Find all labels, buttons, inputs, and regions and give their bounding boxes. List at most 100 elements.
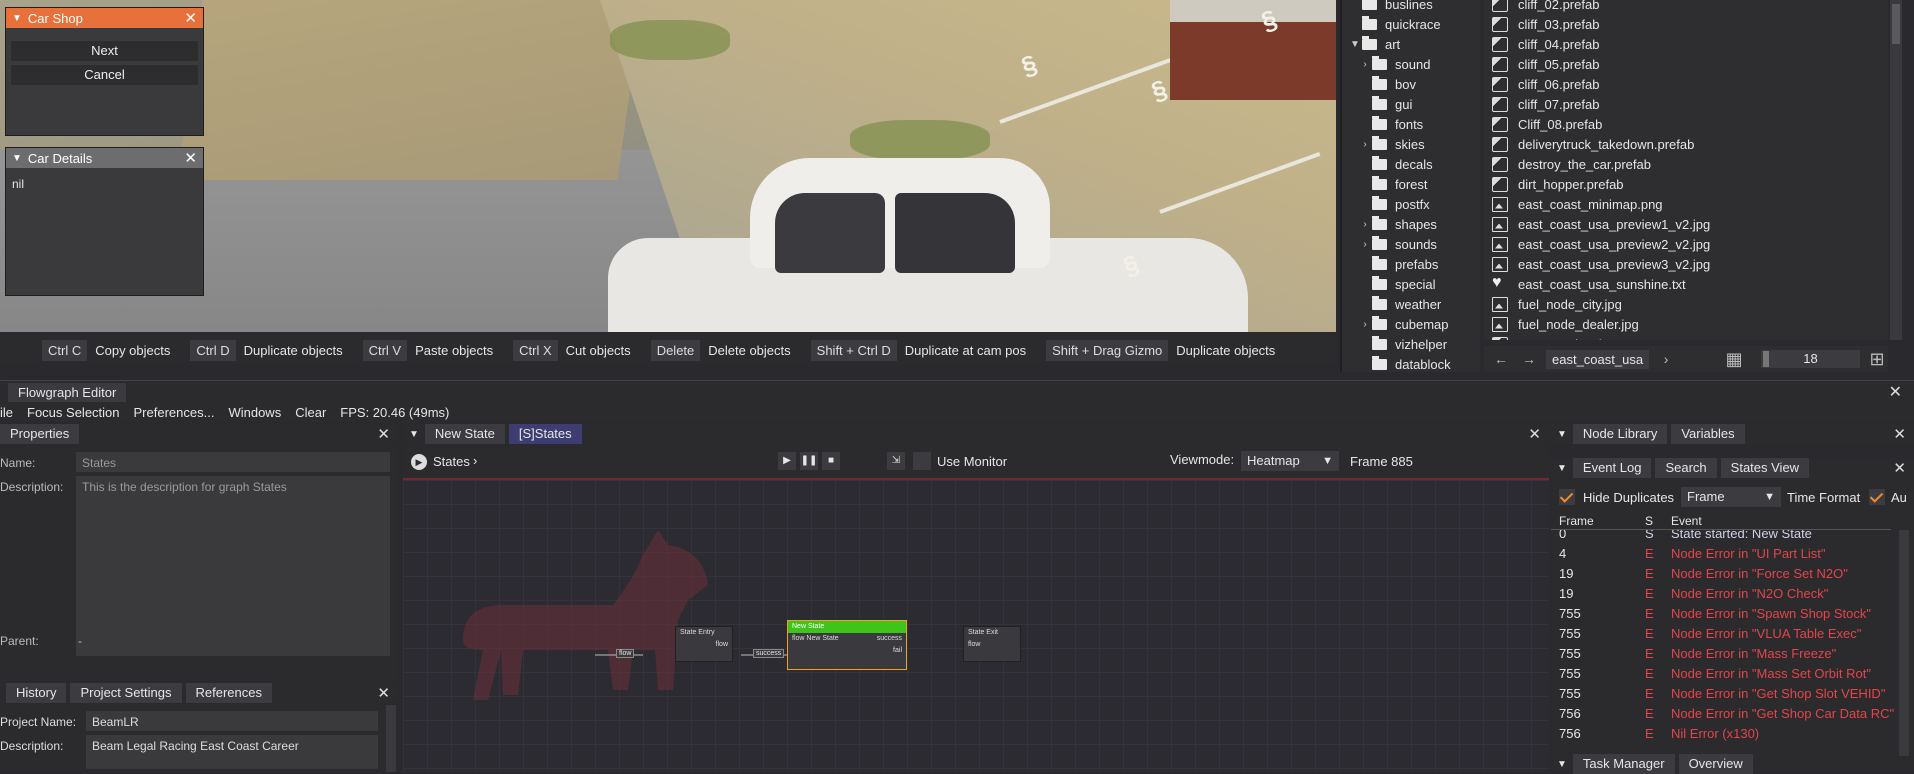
file-item[interactable]: cliff_05.prefab: [1484, 54, 1888, 74]
tab-task-manager[interactable]: Task Manager: [1572, 754, 1675, 774]
event-row[interactable]: 755 E Node Error in "Get Shop Slot VEHID…: [1551, 684, 1897, 704]
event-row[interactable]: 19 E Node Error in "N2O Check": [1551, 584, 1897, 604]
use-monitor-checkbox[interactable]: [913, 452, 931, 470]
close-icon[interactable]: ✕: [1893, 459, 1906, 477]
folder-item[interactable]: › shapes: [1342, 214, 1480, 234]
auto-checkbox[interactable]: [1869, 488, 1885, 505]
panel-scrollbar[interactable]: [386, 705, 396, 772]
menu-icon[interactable]: ▼: [1557, 759, 1567, 770]
file-item[interactable]: Cliff_08.prefab: [1484, 114, 1888, 134]
port-success[interactable]: success: [877, 633, 902, 645]
file-item[interactable]: cliff_04.prefab: [1484, 34, 1888, 54]
event-row[interactable]: 0 S State started: New State: [1551, 530, 1897, 544]
tab-states[interactable]: [S]States: [508, 424, 582, 444]
folder-item[interactable]: decals: [1342, 154, 1480, 174]
file-item[interactable]: east_coast_usa_preview1_v2.jpg: [1484, 214, 1888, 234]
file-item[interactable]: cliff_06.prefab: [1484, 74, 1888, 94]
folder-item[interactable]: special: [1342, 274, 1480, 294]
file-item[interactable]: cliff_03.prefab: [1484, 14, 1888, 34]
folder-item[interactable]: bov: [1342, 74, 1480, 94]
forward-arrow-icon[interactable]: →: [1518, 349, 1540, 369]
menu-preferences[interactable]: Preferences...: [134, 405, 215, 420]
tab-overview[interactable]: Overview: [1678, 754, 1753, 774]
file-item[interactable]: deliverytruck_takedown.prefab: [1484, 134, 1888, 154]
car-shop-titlebar[interactable]: ▼ Car Shop ✕: [6, 8, 203, 28]
folder-item[interactable]: ▼ art: [1342, 34, 1480, 54]
collapse-triangle-icon[interactable]: ▼: [12, 153, 22, 164]
grid-small-icon[interactable]: ▦: [1723, 349, 1745, 369]
folder-item[interactable]: › cubemap: [1342, 314, 1480, 334]
car-details-titlebar[interactable]: ▼ Car Details ✕: [6, 148, 203, 168]
chevron-icon[interactable]: ›: [1358, 219, 1372, 230]
menu-icon[interactable]: ▼: [409, 429, 419, 440]
close-icon[interactable]: ✕: [377, 425, 390, 443]
tab-new-state[interactable]: New State: [424, 424, 505, 444]
event-row[interactable]: 755 E Node Error in "Spawn Shop Stock": [1551, 604, 1897, 624]
folder-item[interactable]: › sounds: [1342, 234, 1480, 254]
event-list-scrollbar[interactable]: [1899, 530, 1909, 764]
file-item[interactable]: fuel_node_dealer.jpg: [1484, 314, 1888, 334]
menu-icon[interactable]: ▼: [1557, 463, 1567, 474]
port-flow[interactable]: flow: [716, 639, 728, 651]
play-icon[interactable]: ▶: [778, 452, 796, 470]
tab-properties[interactable]: Properties: [0, 424, 80, 444]
port-fail[interactable]: fail: [893, 645, 902, 657]
close-icon[interactable]: ✕: [1528, 425, 1541, 443]
grid-large-icon[interactable]: ⊞: [1866, 349, 1888, 369]
node-state-entry[interactable]: State Entry flow: [675, 626, 733, 662]
file-item[interactable]: destroy_the_car.prefab: [1484, 154, 1888, 174]
graph-breadcrumb[interactable]: States: [433, 454, 470, 469]
chevron-icon[interactable]: ›: [1358, 139, 1372, 150]
event-row[interactable]: 19 E Node Error in "Force Set N2O": [1551, 564, 1897, 584]
chevron-icon[interactable]: ›: [1358, 319, 1372, 330]
tab-node-library[interactable]: Node Library: [1572, 424, 1668, 444]
file-item[interactable]: east_coast_usa_preview2_v2.jpg: [1484, 234, 1888, 254]
event-row[interactable]: 4 E Node Error in "UI Part List": [1551, 544, 1897, 564]
thumbnail-size-slider[interactable]: 18: [1761, 350, 1860, 368]
folder-item[interactable]: datablock: [1342, 354, 1480, 372]
white-car[interactable]: [600, 148, 1260, 332]
chevron-icon[interactable]: ▼: [1348, 39, 1362, 50]
menu-focus-selection[interactable]: Focus Selection: [27, 405, 120, 420]
menu-clear[interactable]: Clear: [295, 405, 326, 420]
file-item[interactable]: fuel_node_city.jpg: [1484, 294, 1888, 314]
event-row[interactable]: 755 E Node Error in "VLUA Table Exec": [1551, 624, 1897, 644]
flowgraph-window-tab[interactable]: Flowgraph Editor: [8, 383, 127, 403]
close-icon[interactable]: ✕: [184, 149, 197, 167]
next-button[interactable]: Next: [11, 41, 198, 61]
file-item[interactable]: garages.sites.json: [1484, 334, 1888, 340]
folder-item[interactable]: weather: [1342, 294, 1480, 314]
file-item[interactable]: east_coast_minimap.png: [1484, 194, 1888, 214]
folder-item[interactable]: prefabs: [1342, 254, 1480, 274]
project-name-field[interactable]: BeamLR: [86, 711, 378, 731]
event-list[interactable]: 0 S State started: New State 4 E Node Err…: [1551, 530, 1897, 772]
chevron-right-icon[interactable]: ›: [1655, 349, 1677, 369]
project-description-field[interactable]: Beam Legal Racing East Coast Career: [86, 735, 378, 769]
folder-item[interactable]: postfx: [1342, 194, 1480, 214]
close-icon[interactable]: ✕: [184, 9, 197, 27]
fit-view-icon[interactable]: ⇲: [887, 452, 905, 470]
folder-item[interactable]: fonts: [1342, 114, 1480, 134]
file-item[interactable]: cliff_02.prefab: [1484, 0, 1888, 14]
file-item[interactable]: dirt_hopper.prefab: [1484, 174, 1888, 194]
cancel-button[interactable]: Cancel: [11, 65, 198, 85]
file-list[interactable]: cliff_02.prefab cliff_03.prefab cliff_04.p…: [1484, 0, 1888, 340]
tab-states-view[interactable]: States View: [1720, 458, 1810, 478]
name-field[interactable]: States: [76, 452, 390, 472]
file-item[interactable]: east_coast_usa_sunshine.txt: [1484, 274, 1888, 294]
menu-file[interactable]: ile: [0, 405, 13, 420]
folder-item[interactable]: forest: [1342, 174, 1480, 194]
folder-item[interactable]: › sound: [1342, 54, 1480, 74]
file-item[interactable]: cliff_07.prefab: [1484, 94, 1888, 114]
event-row[interactable]: 755 E Node Error in "Mass Set Orbit Rot": [1551, 664, 1897, 684]
path-breadcrumb[interactable]: east_coast_usa: [1546, 349, 1650, 369]
port-flow[interactable]: flow: [968, 639, 980, 651]
frame-dropdown[interactable]: Frame ▼: [1681, 487, 1781, 507]
tab-history[interactable]: History: [6, 683, 67, 703]
tab-references[interactable]: References: [185, 683, 272, 703]
folder-item[interactable]: › skies: [1342, 134, 1480, 154]
close-icon[interactable]: ✕: [1893, 425, 1906, 443]
close-icon[interactable]: ✕: [1889, 382, 1902, 402]
viewmode-dropdown[interactable]: Heatmap ▼: [1241, 451, 1339, 471]
folder-item[interactable]: vizhelper: [1342, 334, 1480, 354]
